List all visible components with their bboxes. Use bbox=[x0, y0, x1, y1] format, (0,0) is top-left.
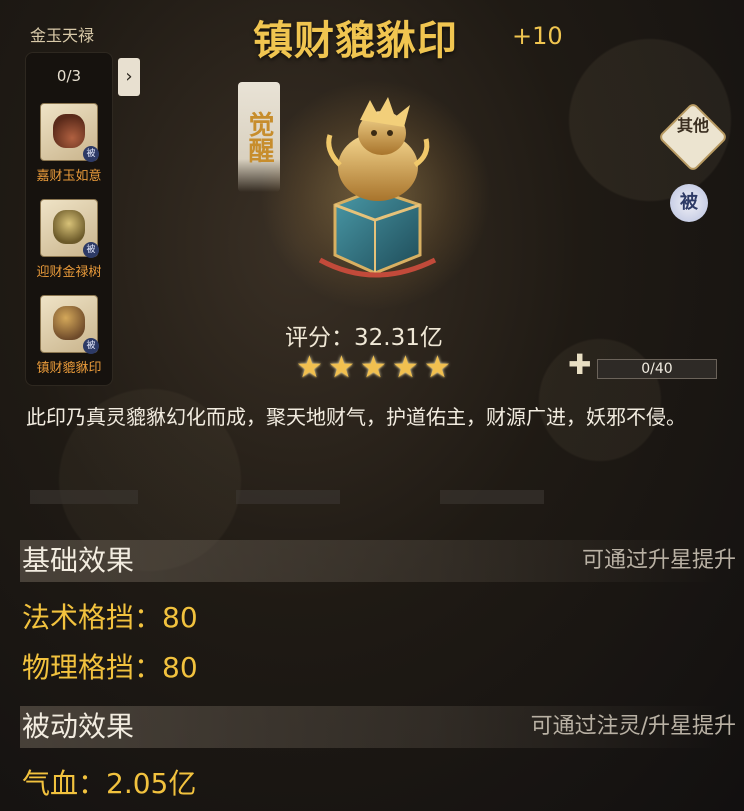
fragment-progress-text: 0/40 bbox=[641, 361, 673, 377]
set-item-label: 镇财貔貅印 bbox=[36, 361, 102, 376]
basic-effects-hint: 可通过升星提升 bbox=[581, 548, 736, 573]
pixiu-seal-artwork bbox=[318, 97, 437, 278]
other-label: 其他 bbox=[676, 116, 709, 135]
arrow-right-icon[interactable]: › bbox=[118, 58, 140, 96]
passive-effects-title: 被动效果 bbox=[22, 710, 135, 743]
tree-icon: 被 bbox=[40, 199, 99, 258]
pixiu-seal-icon: 被 bbox=[40, 295, 99, 354]
passive-tag: 被 bbox=[83, 242, 99, 258]
set-title: 金玉天禄 bbox=[30, 26, 95, 45]
fragment-progress-bar: 0/40 bbox=[597, 359, 717, 379]
item-level: +10 bbox=[512, 22, 563, 50]
passive-tag: 被 bbox=[83, 338, 99, 354]
set-panel: 0/3 被 嘉财玉如意 被 迎财金禄树 被 镇财貔貅印 bbox=[25, 52, 113, 386]
passive-effects-hint: 可通过注灵/升星提升 bbox=[530, 714, 736, 739]
stat-hp: 气血：2.05亿 bbox=[22, 767, 197, 800]
basic-effects-header: 基础效果 可通过升星提升 bbox=[20, 540, 736, 582]
star-rating: ★ ★ ★ ★ ★ bbox=[296, 350, 456, 385]
item-name: 镇财貔貅印 bbox=[253, 18, 458, 64]
star-icon: ★ bbox=[392, 350, 419, 385]
star-icon: ★ bbox=[424, 350, 451, 385]
score-text: 评分：32.31亿 bbox=[285, 325, 443, 351]
star-icon: ★ bbox=[296, 350, 323, 385]
stat-magic-block: 法术格挡：80 bbox=[22, 601, 198, 634]
set-item-label: 嘉财玉如意 bbox=[36, 169, 102, 184]
passive-button[interactable]: 被 bbox=[670, 184, 708, 222]
star-icon: ★ bbox=[360, 350, 387, 385]
basic-effects-title: 基础效果 bbox=[22, 544, 135, 577]
set-item-label: 迎财金禄树 bbox=[36, 265, 102, 280]
ruyi-icon: 被 bbox=[40, 103, 99, 162]
star-icon: ★ bbox=[328, 350, 355, 385]
passive-effects-header: 被动效果 可通过注灵/升星提升 bbox=[20, 706, 736, 748]
set-count: 0/3 bbox=[56, 67, 82, 85]
stat-physical-block: 物理格挡：80 bbox=[22, 651, 198, 684]
passive-tag: 被 bbox=[83, 146, 99, 162]
puzzle-piece-icon[interactable]: ✚ bbox=[568, 350, 598, 380]
item-description: 此印乃真灵貔貅幻化而成，聚天地财气，护道佑主，财源广进，妖邪不侵。 bbox=[26, 405, 686, 429]
